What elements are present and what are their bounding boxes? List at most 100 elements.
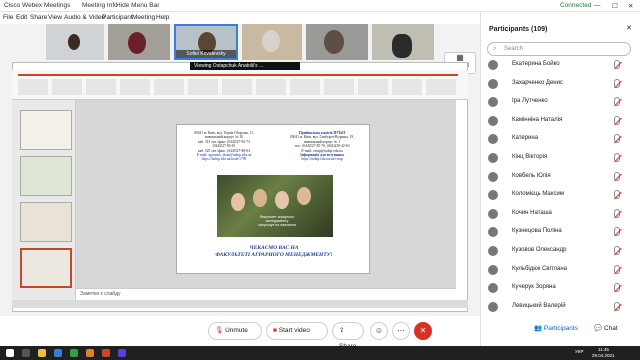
more-options-button[interactable]: ⋯ <box>392 322 410 340</box>
connection-status: Connected <box>560 2 592 9</box>
microphone-muted-icon[interactable] <box>614 97 620 107</box>
microphone-muted-icon: 🎙 <box>215 327 224 334</box>
participant-row[interactable]: Кінц Вікторія <box>484 149 632 167</box>
share-button[interactable]: ⇪ Share <box>332 322 364 350</box>
window-titlebar: Cisco Webex Meetings Meeting Info Hide M… <box>0 0 640 12</box>
clock-time[interactable]: 11:45 <box>598 347 609 352</box>
slide-thumbnail[interactable] <box>20 156 72 196</box>
avatar-icon <box>488 190 498 201</box>
menu-meeting[interactable]: Meeting <box>132 14 155 21</box>
microphone-muted-icon[interactable] <box>614 171 620 181</box>
reactions-button[interactable]: ☺ <box>370 322 388 340</box>
microphone-muted-icon[interactable] <box>614 246 620 255</box>
menu-share[interactable]: Share <box>30 14 47 21</box>
taskbar-app-icon[interactable] <box>54 349 62 357</box>
menu-file[interactable]: File <box>3 14 13 21</box>
menu-view[interactable]: View <box>48 14 62 21</box>
windows-taskbar: УКР 11:45 29.04.2021 <box>0 346 640 360</box>
participant-row[interactable]: Кочин Наташа <box>484 205 632 223</box>
participant-row[interactable]: Кузнецова Поліна <box>484 223 632 241</box>
end-meeting-button[interactable]: ✕ <box>414 322 432 340</box>
microphone-muted-icon[interactable] <box>614 153 620 162</box>
participant-name: Захарченко Денис <box>512 79 563 86</box>
participant-name: Кінц Вікторія <box>512 154 548 160</box>
participant-name: Катерина <box>512 135 539 142</box>
tab-participants[interactable]: 👥 Participants <box>534 324 578 332</box>
microphone-muted-icon[interactable] <box>614 283 620 293</box>
microphone-muted-icon[interactable] <box>614 115 620 125</box>
slide-notes[interactable]: Заметки к слайду <box>76 288 456 300</box>
microphone-muted-icon[interactable] <box>614 301 620 311</box>
video-tile[interactable] <box>372 24 434 60</box>
microphone-muted-icon[interactable] <box>614 264 620 274</box>
taskbar-app-icon[interactable] <box>118 349 126 357</box>
close-icon[interactable]: ✕ <box>628 2 633 10</box>
start-icon[interactable] <box>6 349 14 357</box>
app-title: Cisco Webex Meetings <box>4 2 71 9</box>
powerpoint-ribbon <box>12 70 468 100</box>
participant-row[interactable]: Іра Лутченко <box>484 93 632 111</box>
unmute-button[interactable]: 🎙 Unmute <box>208 322 262 340</box>
participant-name: Кучерук Зоряна <box>512 284 556 291</box>
meeting-info-button[interactable]: Meeting Info <box>82 2 118 9</box>
menu-participant[interactable]: Participant <box>102 14 133 21</box>
avatar-icon <box>488 60 498 70</box>
language-indicator[interactable]: УКР <box>575 349 583 354</box>
menu-help[interactable]: Help <box>156 14 169 21</box>
minimize-icon[interactable]: — <box>594 2 601 9</box>
participant-row[interactable]: Кучерук Зоряна <box>484 279 632 297</box>
participant-name: Коломієць Максим <box>512 191 564 198</box>
active-speaker-tile[interactable]: Sofiei Kovalevsky <box>174 24 238 60</box>
taskbar-app-icon[interactable] <box>70 349 78 357</box>
chat-icon: 💬 <box>594 325 603 332</box>
participant-row[interactable]: Кульбідюк Світлана <box>484 261 632 279</box>
participant-row[interactable]: Ковбель Юлія <box>484 168 632 186</box>
close-panel-icon[interactable]: ✕ <box>626 24 632 32</box>
more-icon: ⋯ <box>397 326 405 335</box>
participant-row[interactable]: Кузовов Олександр <box>484 242 632 260</box>
participant-name: Екатерина Бойко <box>512 61 560 67</box>
photo-caption: Факультет аграрного менеджменту запрошує… <box>258 215 296 228</box>
participant-row[interactable]: Екатерина Бойко <box>484 56 632 74</box>
participant-row[interactable]: Катерина <box>484 130 632 148</box>
slide-thumbnail[interactable] <box>20 202 72 242</box>
video-tile[interactable] <box>46 24 104 60</box>
video-tile[interactable] <box>108 24 170 60</box>
avatar-icon <box>488 153 498 163</box>
taskbar-app-icon[interactable] <box>102 349 110 357</box>
video-tile[interactable] <box>306 24 368 60</box>
start-video-button[interactable]: ■ Start video <box>266 322 328 340</box>
taskbar-app-icon[interactable] <box>22 349 30 357</box>
microphone-muted-icon[interactable] <box>614 190 620 200</box>
participants-search-input[interactable]: ⌕ Search <box>487 42 631 56</box>
microphone-muted-icon[interactable] <box>614 134 620 144</box>
microphone-muted-icon[interactable] <box>614 60 620 69</box>
end-call-icon: ✕ <box>419 326 427 335</box>
participant-row[interactable]: Камінніна Наталія <box>484 112 632 130</box>
participant-row[interactable]: Захарченко Денис <box>484 75 632 93</box>
slide-thumbnail-active[interactable] <box>20 248 72 288</box>
menu-audio-video[interactable]: Audio & Video <box>64 14 105 21</box>
maximize-icon[interactable]: ☐ <box>612 2 618 10</box>
taskbar-app-icon[interactable] <box>86 349 94 357</box>
avatar-icon <box>488 134 498 145</box>
tab-chat[interactable]: 💬 Chat <box>594 324 618 332</box>
hide-menu-bar-button[interactable]: Hide Menu Bar <box>116 2 159 9</box>
participant-row[interactable]: Коломієць Максим <box>484 186 632 204</box>
video-tile[interactable] <box>242 24 302 60</box>
participant-name: Кузовов Олександр <box>512 247 567 253</box>
microphone-muted-icon[interactable] <box>614 208 620 218</box>
clock-date[interactable]: 29.04.2021 <box>592 353 615 358</box>
avatar-icon <box>488 171 498 182</box>
taskbar-app-icon[interactable] <box>38 349 46 357</box>
menu-edit[interactable]: Edit <box>16 14 27 21</box>
slide-thumbnails[interactable] <box>12 100 76 300</box>
microphone-muted-icon[interactable] <box>614 78 620 88</box>
participant-row[interactable]: Левицький Валерій <box>484 298 632 316</box>
slide-thumbnail[interactable] <box>20 110 72 150</box>
avatar-icon <box>488 115 498 126</box>
menu-bar: File Edit Share View Audio & Video Parti… <box>0 12 480 24</box>
microphone-muted-icon[interactable] <box>614 227 620 237</box>
share-icon: ⇪ <box>339 327 345 334</box>
avatar-icon <box>488 283 498 294</box>
